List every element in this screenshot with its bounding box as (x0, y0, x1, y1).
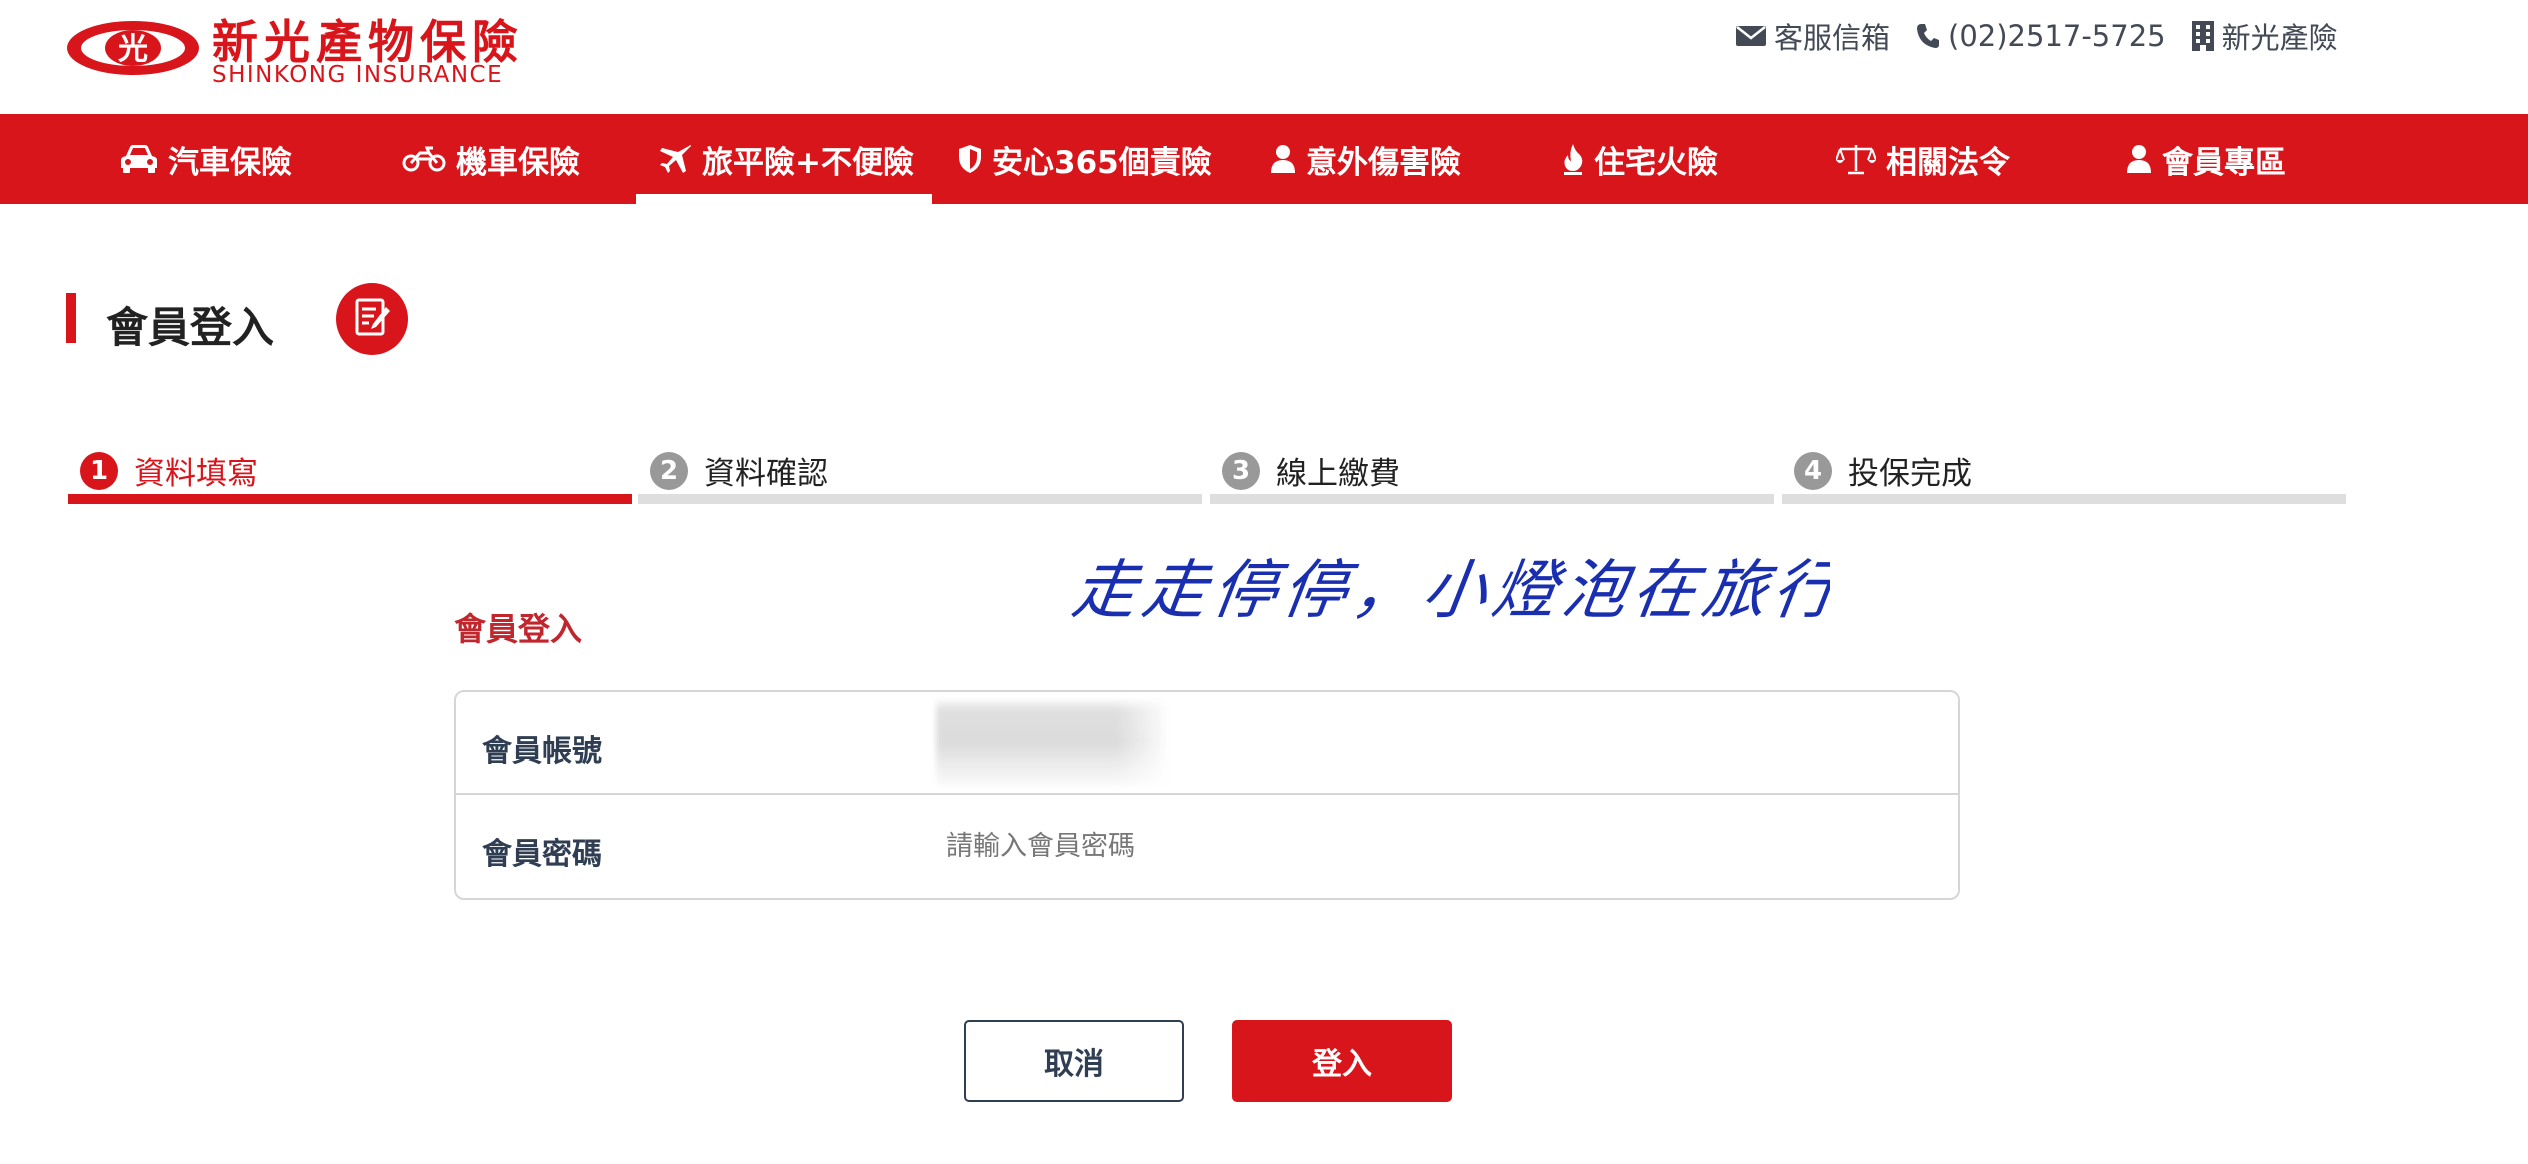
fire-icon (1564, 144, 1583, 175)
nav-item-liability-insurance[interactable]: 安心365個責險 (958, 114, 1212, 204)
top-link-email[interactable]: 客服信箱 (1736, 15, 1890, 57)
shinkong-emblem-icon: 光 (67, 21, 199, 75)
step-label: 資料填寫 (134, 456, 258, 492)
step-progress-line (68, 494, 632, 504)
nav-item-accident-insurance[interactable]: 意外傷害險 (1270, 114, 1461, 204)
user-icon (2127, 145, 2151, 173)
login-form: 會員帳號 會員密碼 (454, 690, 1960, 900)
password-input[interactable] (936, 813, 1916, 879)
account-label: 會員帳號 (482, 734, 602, 769)
step-label: 投保完成 (1848, 456, 1972, 492)
top-links: 客服信箱 (02)2517-5725 新光產險 (1736, 16, 2338, 56)
top-link-company[interactable]: 新光產險 (2191, 15, 2338, 57)
handwritten-signature: 走走停停，小燈泡在旅行 (1070, 553, 1830, 628)
step-number: 1 (80, 451, 118, 490)
account-row: 會員帳號 (456, 692, 1958, 795)
redacted-account-value (936, 700, 1166, 786)
nav-active-indicator (636, 194, 932, 204)
step-number: 2 (650, 451, 688, 490)
nav-item-label: 意外傷害險 (1306, 144, 1461, 181)
login-button[interactable]: 登入 (1232, 1020, 1452, 1102)
nav-item-regulations[interactable]: 相關法令 (1836, 114, 2010, 204)
brand-name-en: SHINKONG INSURANCE (212, 62, 504, 88)
step-number: 4 (1794, 451, 1832, 490)
step-progress-line (1210, 494, 1774, 504)
nav-item-fire-insurance[interactable]: 住宅火險 (1562, 114, 1718, 204)
step-progress-line (1782, 494, 2346, 504)
user-icon (1271, 145, 1295, 173)
password-label: 會員密碼 (482, 837, 602, 872)
building-icon (2191, 21, 2214, 51)
nav-item-car-insurance[interactable]: 汽車保險 (120, 114, 292, 204)
phone-icon (1917, 24, 1940, 48)
form-title: 會員登入 (454, 610, 583, 648)
page-title-accent (66, 293, 76, 343)
plane-icon (660, 145, 691, 173)
scale-icon (1836, 145, 1876, 175)
car-icon (121, 145, 157, 173)
nav-item-motorcycle-insurance[interactable]: 機車保險 (402, 114, 580, 204)
step-complete: 4 投保完成 (1782, 440, 2346, 504)
top-link-phone-label: (02)2517-5725 (1948, 19, 2166, 53)
step-fill-data: 1 資料填寫 (68, 440, 632, 504)
cancel-button[interactable]: 取消 (964, 1020, 1184, 1102)
brand-logo[interactable]: 光 新光產物保險 SHINKONG INSURANCE (64, 6, 518, 90)
page-title: 會員登入 (106, 303, 275, 352)
envelope-icon (1736, 26, 1766, 46)
top-link-phone[interactable]: (02)2517-5725 (1916, 19, 2166, 53)
nav-item-label: 機車保險 (456, 144, 580, 181)
nav-item-member-area[interactable]: 會員專區 (2126, 114, 2286, 204)
step-online-payment: 3 線上繳費 (1210, 440, 1774, 504)
signature-text: 走走停停，小燈泡在旅行 (1070, 553, 1830, 628)
nav-item-travel-insurance[interactable]: 旅平險+不便險 (660, 114, 914, 204)
edit-document-icon (336, 283, 408, 355)
motorcycle-icon (402, 146, 446, 172)
main-nav: 汽車保險 機車保險 旅平險+不便險 安心365個責險 意外傷害險 住宅火險 相關… (0, 114, 2528, 204)
nav-item-label: 會員專區 (2162, 144, 2286, 181)
nav-item-label: 相關法令 (1886, 144, 2010, 181)
top-link-company-label: 新光產險 (2221, 21, 2338, 55)
step-label: 資料確認 (704, 456, 828, 492)
nav-item-label: 住宅火險 (1594, 144, 1718, 181)
nav-item-label: 旅平險+不便險 (702, 144, 914, 181)
top-link-email-label: 客服信箱 (1774, 21, 1891, 55)
step-label: 線上繳費 (1276, 456, 1400, 492)
step-number: 3 (1222, 451, 1260, 490)
password-row: 會員密碼 (456, 795, 1958, 898)
nav-item-label: 汽車保險 (168, 144, 292, 181)
shield-icon (959, 145, 981, 173)
emblem-char: 光 (118, 32, 148, 67)
step-progress-line (638, 494, 1202, 504)
step-confirm-data: 2 資料確認 (638, 440, 1202, 504)
nav-item-label: 安心365個責險 (992, 144, 1212, 181)
page: 光 新光產物保險 SHINKONG INSURANCE 客服信箱 (02)251… (0, 0, 2528, 1164)
